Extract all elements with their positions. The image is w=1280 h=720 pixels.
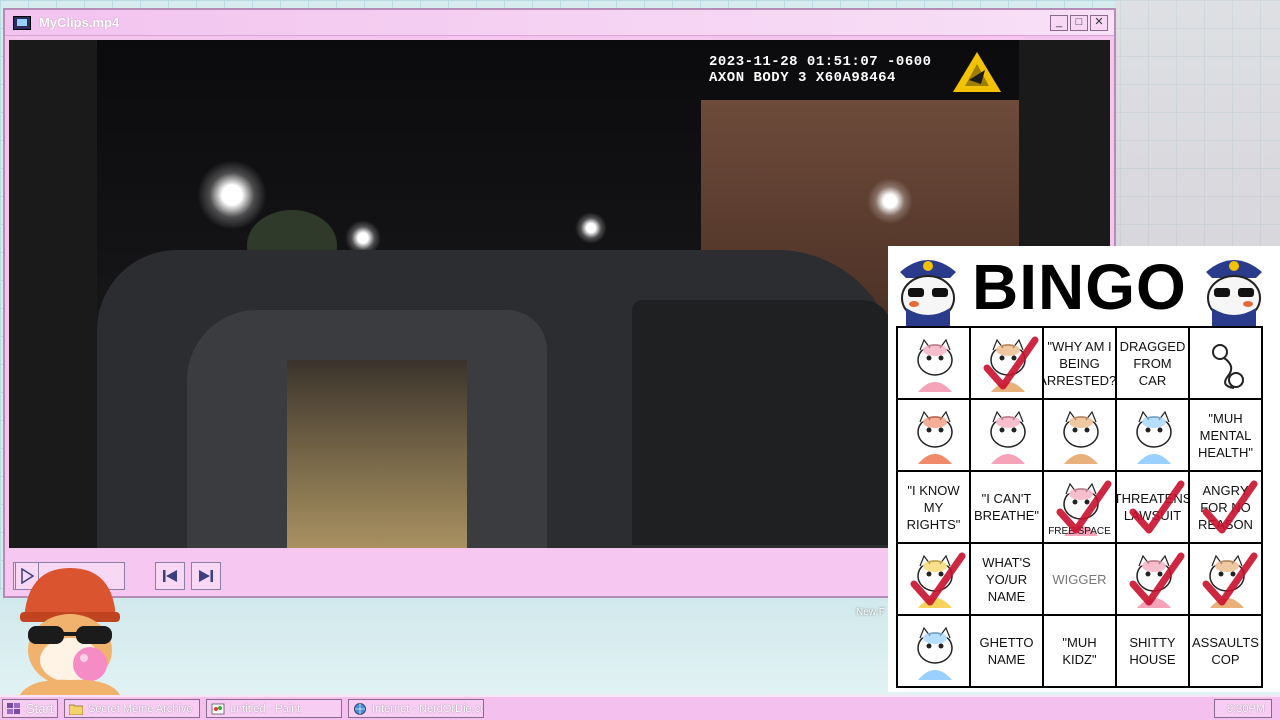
next-button[interactable]: [191, 562, 221, 590]
crying-makeup-icon: [917, 410, 953, 464]
checkmark-icon: [1202, 552, 1258, 606]
bingo-cell: GHETTO NAME: [970, 615, 1043, 687]
window-buttons: _ □ ✕: [1050, 14, 1108, 31]
bingo-cell: "I KNOW MY RIGHTS": [897, 471, 970, 543]
police-cat-icon: [900, 260, 956, 326]
bingo-cell: "I CAN'T BREATHE": [970, 471, 1043, 543]
sad-cat-icon: [1136, 410, 1172, 464]
folder-icon: [69, 704, 83, 715]
bingo-cell-label: WIGGER: [1052, 571, 1107, 587]
title-bar[interactable]: MyClips.mp4 _ □ ✕: [5, 10, 1114, 36]
bodycam-timestamp: 2023-11-28 01:51:07 -0600: [709, 54, 932, 70]
paint-icon: [211, 703, 225, 714]
taskbar-item-paint[interactable]: untitled - Paint: [206, 699, 342, 718]
bingo-cell: [897, 615, 970, 687]
bingo-grid: "WHY AM I BEING ARRESTED?"DRAGGED FROM C…: [896, 326, 1263, 688]
desktop-icon-label[interactable]: New F: [856, 607, 885, 618]
close-button[interactable]: ✕: [1090, 14, 1108, 31]
skip-back-icon: [163, 570, 177, 582]
police-cat-icon: [1206, 260, 1262, 326]
taskbar-item-label: Secret Meme Archive: [88, 702, 193, 715]
start-button[interactable]: Start: [2, 699, 58, 718]
taskbar-item-label: Internet - NerdOrDie.com: [372, 702, 484, 715]
bingo-cell: "MUH MENTAL HEALTH": [1189, 399, 1262, 471]
bodycam-footage: 2023-11-28 01:51:07 -0600 AXON BODY 3 X6…: [97, 40, 1019, 548]
bingo-cell-label: "WHY AM I BEING ARRESTED?": [1044, 338, 1116, 388]
bingo-cell-label: "I KNOW MY RIGHTS": [906, 482, 961, 532]
taskbar-item-meme-archive[interactable]: Secret Meme Archive: [64, 699, 200, 718]
bingo-cell: [970, 399, 1043, 471]
bingo-cell-label: "MUH MENTAL HEALTH": [1198, 410, 1253, 460]
bingo-title: BINGO: [972, 251, 1187, 323]
bingo-cell: [970, 327, 1043, 399]
bingo-cell-label: GHETTO NAME: [979, 635, 1034, 667]
desktop-background: [1115, 0, 1280, 250]
bingo-cell: [1189, 543, 1262, 615]
axon-logo-icon: [953, 52, 1001, 92]
bingo-cell: SHITTY HOUSE: [1116, 615, 1189, 687]
system-tray[interactable]: 9:30PM: [1214, 699, 1272, 718]
bingo-cell-label: DRAGGED FROM CAR: [1119, 338, 1186, 388]
driver: [287, 360, 467, 548]
bingo-cell: WIGGER: [1043, 543, 1116, 615]
minimize-button[interactable]: _: [1050, 14, 1068, 31]
checkmark-icon: [910, 552, 966, 606]
bingo-cell: [897, 327, 970, 399]
skip-forward-icon: [199, 570, 213, 582]
bodycam-stamp: 2023-11-28 01:51:07 -0600 AXON BODY 3 X6…: [709, 54, 932, 86]
hijab-cat-icon: [917, 338, 953, 392]
bingo-cell: DRAGGED FROM CAR: [1116, 327, 1189, 399]
car-rear-window: [632, 300, 892, 545]
street-light: [867, 178, 913, 224]
checkmark-icon: [1056, 480, 1112, 534]
window-title: MyClips.mp4: [39, 15, 120, 30]
bingo-cell: WHAT'S YO/UR NAME: [970, 543, 1043, 615]
street-light: [197, 160, 267, 230]
windows-logo-icon: [7, 702, 20, 714]
bingo-cell: ASSAULTS COP: [1189, 615, 1262, 687]
cartoon-boy-icon: [1063, 410, 1099, 464]
bodycam-device: AXON BODY 3 X60A98464: [709, 70, 896, 86]
bingo-cell: [1116, 543, 1189, 615]
taskbar-item-internet[interactable]: Internet - NerdOrDie.com: [348, 699, 484, 718]
checkmark-icon: [1129, 480, 1185, 534]
bingo-cell: [897, 399, 970, 471]
start-label: Start: [26, 701, 54, 716]
bingo-cell: [1116, 399, 1189, 471]
bingo-cell-label: ASSAULTS COP: [1192, 635, 1259, 667]
bingo-cell-label: "MUH KIDZ": [1062, 635, 1097, 667]
cat-bubblegum-sticker-icon: [20, 568, 120, 695]
bingo-cell-label: "I CAN'T BREATHE": [973, 491, 1040, 523]
taskbar: Start Secret Meme Archive untitled - Pai…: [0, 695, 1280, 720]
checkmark-icon: [1202, 480, 1258, 534]
bingo-cell: THREATENS LAWSUIT: [1116, 471, 1189, 543]
clock: 9:30PM: [1227, 702, 1265, 715]
handcuffs-icon: [1212, 344, 1244, 389]
previous-button[interactable]: [155, 562, 185, 590]
bingo-cell-label: WHAT'S YO/UR NAME: [982, 554, 1031, 604]
bingo-cell: FREE SPACE: [1043, 471, 1116, 543]
bingo-cell-label: SHITTY HOUSE: [1129, 635, 1176, 667]
playback-controls: [5, 550, 890, 596]
taskbar-item-label: untitled - Paint: [230, 702, 301, 715]
globe-icon: [354, 702, 366, 715]
media-player-icon: [13, 15, 31, 30]
bingo-cell: ANGRY FOR NO REASON: [1189, 471, 1262, 543]
bingo-cell: [897, 543, 970, 615]
maximize-button[interactable]: □: [1070, 14, 1088, 31]
chubby-cat-icon: [917, 626, 953, 680]
bingo-card: BINGO "WHY AM I BEING ARRESTED?"DRAGGED …: [888, 246, 1280, 692]
bingo-cell: "MUH KIDZ": [1043, 615, 1116, 687]
cat-driving-icon: [990, 410, 1026, 464]
bingo-cell: "WHY AM I BEING ARRESTED?": [1043, 327, 1116, 399]
bingo-cell: [1043, 399, 1116, 471]
street-light: [575, 212, 607, 244]
checkmark-icon: [1129, 552, 1185, 606]
bingo-cell: [1189, 327, 1262, 399]
checkmark-icon: [983, 336, 1039, 390]
